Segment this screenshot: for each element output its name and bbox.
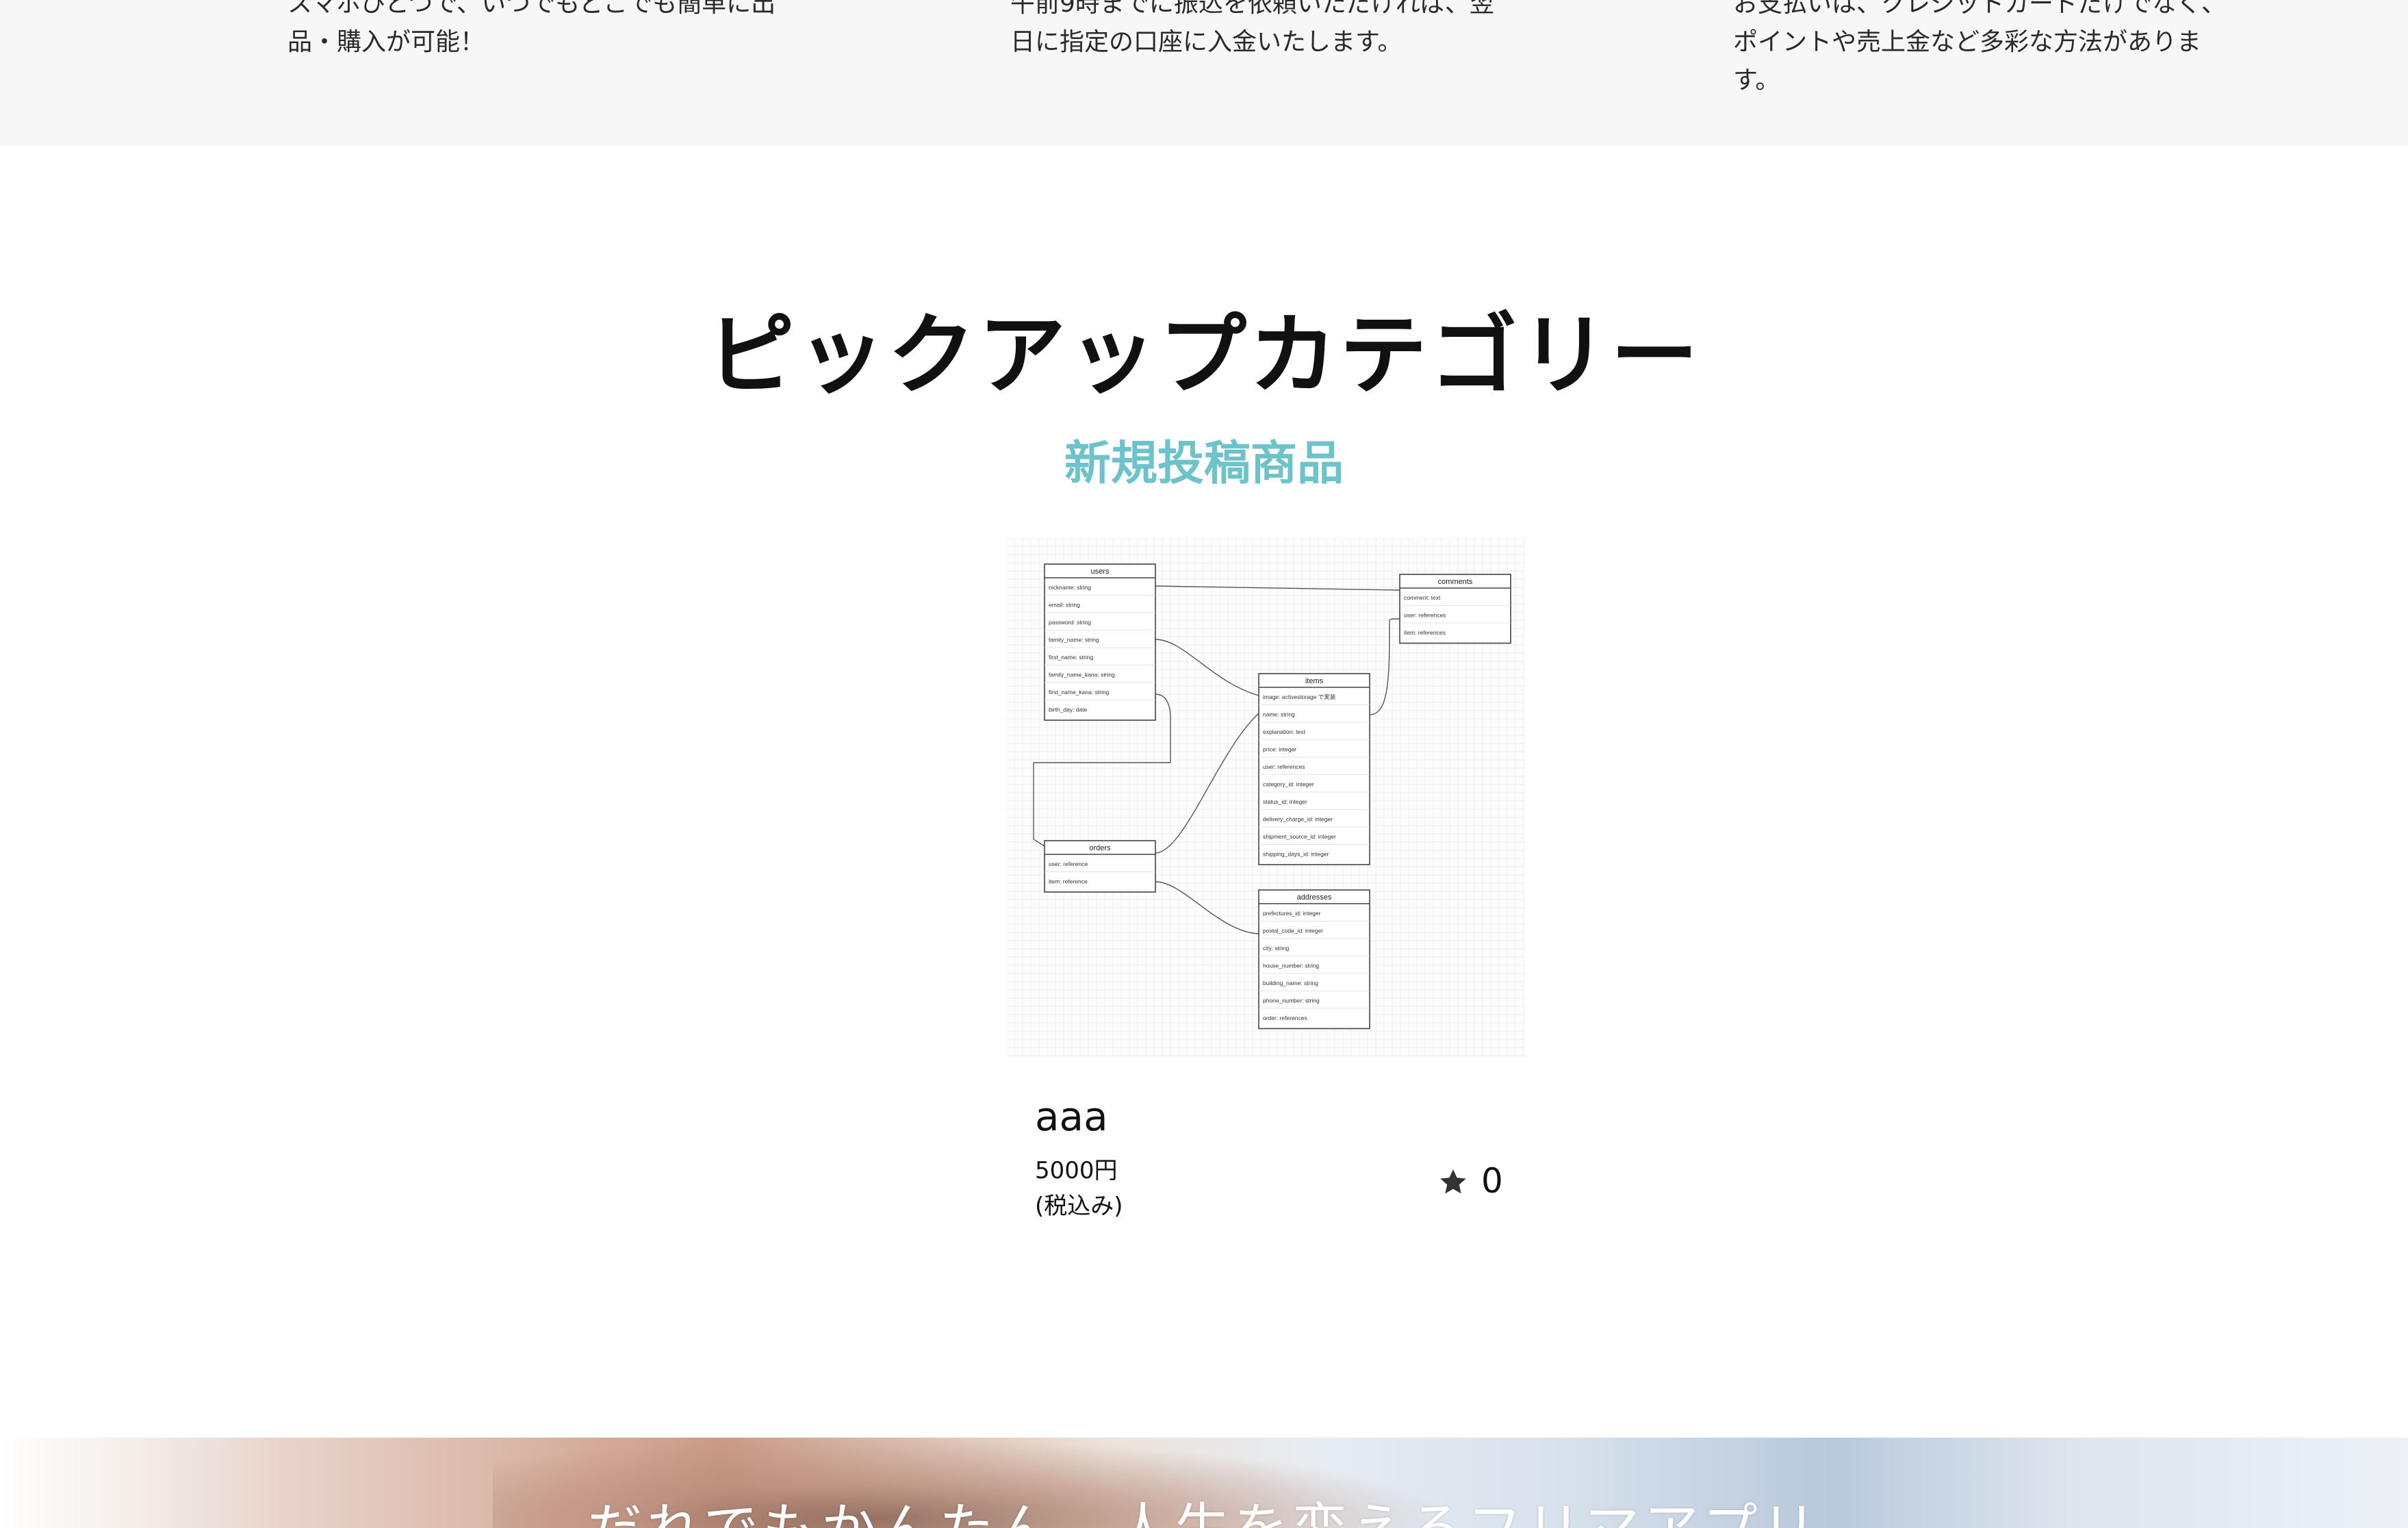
diagram-field: shipment_source_id: integer xyxy=(1263,833,1336,840)
item-tax-note: (税込み) xyxy=(1035,1193,1123,1220)
item-name[interactable]: aaa xyxy=(1035,1093,1108,1141)
diagram-table-items: items image: activestorage で実装 name: strin… xyxy=(1258,673,1370,865)
diagram-field: postal_code_id: integer xyxy=(1263,928,1323,934)
diagram-field: comment: text xyxy=(1404,594,1441,601)
diagram-field: shipping_days_id: integer xyxy=(1263,851,1329,858)
diagram-field: user: references xyxy=(1404,612,1446,619)
diagram-field: explanation: text xyxy=(1263,728,1306,735)
star-icon[interactable] xyxy=(1437,1167,1469,1198)
diagram-field: first_name_kana: string xyxy=(1049,689,1110,696)
hero-banner: だれでもかんたん、人生を変えるフリマアプリ xyxy=(0,1438,2408,1528)
diagram-table-orders: orders user: reference item: reference xyxy=(1044,840,1156,893)
diagram-field: item: references xyxy=(1404,629,1446,636)
pickup-title: ピックアップカテゴリー xyxy=(706,305,1701,407)
diagram-field: user: reference xyxy=(1049,861,1088,867)
feature-text-3: お支払いは、クレジットカードだけでなく、ポイントや売上金など多彩な方法があります… xyxy=(1733,0,2227,94)
diagram-field: email: string xyxy=(1049,602,1080,609)
diagram-field: status_id: integer xyxy=(1263,798,1307,805)
item-image[interactable]: users nickname: string email: string passwo… xyxy=(1006,538,1525,1057)
feature-text-2: 午前9時までに振込を依頼いただければ、翌日に指定の口座に入金いたします。 xyxy=(1010,0,1494,56)
diagram-table-comments: comments comment: text user: references ite… xyxy=(1399,574,1511,644)
diagram-field: user: references xyxy=(1263,763,1305,770)
diagram-field: phone_number: string xyxy=(1263,997,1320,1004)
diagram-table-title: comments xyxy=(1438,578,1473,586)
diagram-field: city: string xyxy=(1263,945,1290,952)
diagram-table-addresses: addresses prefectures_id: integer postal_c… xyxy=(1258,889,1370,1030)
diagram-table-title: users xyxy=(1091,568,1110,576)
diagram-field: item: reference xyxy=(1049,878,1088,885)
diagram-field: birth_day: date xyxy=(1049,706,1088,713)
like-count: 0 xyxy=(1481,1161,1503,1201)
features-section: スマホひとつで、いつでもどこでも簡単に出品・購入が可能！ 午前9時までに振込を依… xyxy=(0,0,2408,146)
diagram-field: password: string xyxy=(1049,619,1091,626)
item-card[interactable]: users nickname: string email: string passwo… xyxy=(1006,538,1525,1230)
diagram-field: first_name: string xyxy=(1049,654,1093,661)
pickup-subtitle[interactable]: 新規投稿商品 xyxy=(0,430,2408,498)
diagram-field: image: activestorage で実装 xyxy=(1263,693,1336,700)
diagram-table-title: addresses xyxy=(1297,893,1332,902)
diagram-field: prefectures_id: integer xyxy=(1263,910,1321,917)
diagram-field: order: references xyxy=(1263,1015,1307,1021)
diagram-field: house_number: string xyxy=(1263,963,1319,969)
diagram-field: family_name: string xyxy=(1049,637,1099,644)
diagram-field: nickname: string xyxy=(1049,584,1091,591)
diagram-field: category_id: integer xyxy=(1263,781,1314,788)
diagram-table-title: orders xyxy=(1089,844,1111,852)
diagram-field: delivery_charge_id: integer xyxy=(1263,816,1333,823)
feature-text-1: スマホひとつで、いつでもどこでも簡単に出品・購入が可能！ xyxy=(287,0,776,56)
banner-text: だれでもかんたん、人生を変えるフリマアプリ xyxy=(0,1495,2408,1528)
diagram-field: price: integer xyxy=(1263,746,1296,753)
diagram-field: name: string xyxy=(1263,711,1295,718)
er-diagram-image: users nickname: string email: string passwo… xyxy=(1006,538,1525,1057)
diagram-table-title: items xyxy=(1305,677,1324,685)
diagram-field: family_name_kana: string xyxy=(1049,672,1115,678)
diagram-table-users: users nickname: string email: string passwo… xyxy=(1044,563,1156,721)
diagram-field: building_name: string xyxy=(1263,980,1318,986)
item-price: 5000円 xyxy=(1035,1157,1118,1184)
